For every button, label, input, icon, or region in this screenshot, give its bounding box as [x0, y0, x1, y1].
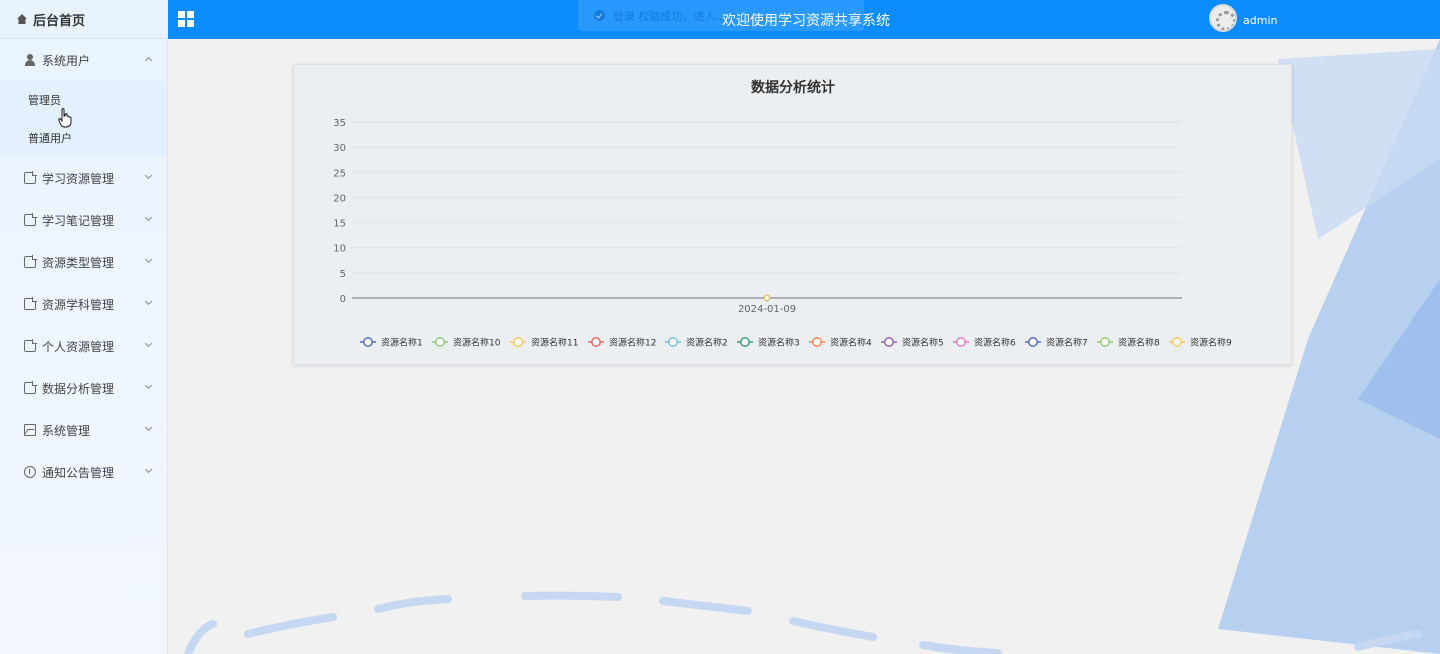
chevron-down-icon [144, 171, 153, 180]
success-toast: 登录 校验成功，进入... [578, 0, 864, 31]
chevron-down-icon [144, 339, 153, 348]
sidebar-item-label: 系统用户 [42, 53, 91, 68]
avatar[interactable] [1209, 4, 1237, 32]
legend-label: 资源名称8 [1118, 337, 1160, 349]
legend-marker [812, 337, 822, 347]
y-tick-label: 25 [333, 168, 346, 179]
sidebar-subitem-label: 普通用户 [28, 132, 72, 145]
sidebar-item-label: 通知公告管理 [42, 465, 115, 480]
legend-label: 资源名称1 [381, 337, 423, 349]
document-icon [24, 213, 37, 226]
document-icon [24, 297, 37, 310]
sidebar-subitem-admin[interactable]: 管理员 [0, 81, 167, 119]
y-tick-label: 20 [333, 193, 346, 204]
chevron-down-icon [144, 381, 153, 390]
sidebar-item-personal-resources[interactable]: 个人资源管理 [0, 325, 167, 367]
chevron-down-icon [144, 297, 153, 306]
legend-marker [740, 337, 750, 347]
legend-marker [1028, 337, 1038, 347]
legend-label: 资源名称3 [758, 337, 800, 349]
y-tick-label: 10 [333, 244, 346, 255]
legend-marker [363, 337, 373, 347]
legend-marker [668, 337, 678, 347]
legend-label: 资源名称5 [902, 337, 944, 349]
sidebar-item-label: 个人资源管理 [42, 339, 115, 354]
sidebar-item-resource-subjects[interactable]: 资源学科管理 [0, 283, 167, 325]
sidebar-item-data-analysis[interactable]: 数据分析管理 [0, 367, 167, 409]
home-icon [17, 14, 27, 24]
menu-grid-icon[interactable] [178, 11, 194, 27]
data-point [763, 294, 771, 302]
brand-home-link[interactable]: 后台首页 [0, 0, 168, 39]
sidebar-item-label: 学习笔记管理 [42, 213, 115, 228]
check-circle-icon [594, 10, 605, 21]
document-icon [24, 255, 37, 268]
chevron-down-icon [144, 213, 153, 222]
sidebar-item-resource-types[interactable]: 资源类型管理 [0, 241, 167, 283]
legend-label: 资源名称12 [609, 337, 656, 349]
chevron-down-icon [144, 255, 153, 264]
line-chart: 数据分析统计 0 5 10 15 20 25 30 35 2024-01-09 资源名称1 资源名称1… [333, 79, 1232, 349]
y-tick-label: 0 [340, 294, 346, 305]
legend-marker [956, 337, 966, 347]
y-tick-label: 15 [333, 219, 346, 230]
legend-marker [884, 337, 894, 347]
legend-marker [513, 337, 523, 347]
legend-marker [435, 337, 445, 347]
legend-label: 资源名称6 [974, 337, 1016, 349]
legend-label: 资源名称4 [830, 337, 872, 349]
legend-marker [591, 337, 601, 347]
toast-message: 登录 校验成功，进入... [613, 9, 726, 23]
legend-marker [1172, 337, 1182, 347]
sidebar-item-learning-notes[interactable]: 学习笔记管理 [0, 199, 167, 241]
x-tick-label: 2024-01-09 [738, 304, 796, 315]
legend-marker [1100, 337, 1110, 347]
sidebar-item-label: 资源学科管理 [42, 297, 115, 312]
legend-label: 资源名称11 [531, 337, 578, 349]
document-icon [24, 381, 37, 394]
sidebar-item-label: 学习资源管理 [42, 171, 115, 186]
user-icon [24, 54, 36, 66]
sidebar-subitem-normal-users[interactable]: 普通用户 [0, 119, 167, 157]
chevron-down-icon [144, 465, 153, 474]
y-tick-label: 35 [333, 118, 346, 129]
sidebar-subitem-label: 管理员 [28, 94, 61, 107]
hand-cursor-icon [58, 108, 72, 128]
username[interactable]: admin [1243, 14, 1277, 27]
chevron-up-icon [144, 56, 153, 65]
sidebar-item-notices[interactable]: 通知公告管理 [0, 451, 167, 493]
y-tick-label: 5 [340, 269, 346, 280]
sidebar-item-system-management[interactable]: 系统管理 [0, 409, 167, 451]
legend-label: 资源名称7 [1046, 337, 1088, 349]
y-tick-label: 30 [333, 143, 346, 154]
document-icon [24, 339, 37, 352]
legend-label: 资源名称10 [453, 337, 501, 349]
chart-panel: 数据分析统计 0 5 10 15 20 25 30 35 2024-01-09 资源名称1 资源名称1… [293, 64, 1292, 365]
sidebar-item-learning-resources[interactable]: 学习资源管理 [0, 157, 167, 199]
legend-label: 资源名称2 [686, 337, 728, 349]
chart-title: 数据分析统计 [751, 79, 835, 96]
sidebar-item-label: 资源类型管理 [42, 255, 115, 270]
document-icon [24, 171, 37, 184]
sidebar: 系统用户 管理员 普通用户 学习资源管理 学习笔记管理 资源类型管理 资源学科管… [0, 39, 168, 654]
brand-label: 后台首页 [33, 13, 86, 29]
legend-label: 资源名称9 [1190, 337, 1232, 349]
chevron-down-icon [144, 423, 153, 432]
info-icon [24, 466, 36, 478]
sidebar-item-label: 数据分析管理 [42, 381, 115, 396]
sidebar-item-label: 系统管理 [42, 423, 91, 438]
sidebar-item-system-users[interactable]: 系统用户 [0, 39, 167, 81]
image-icon [24, 424, 36, 436]
